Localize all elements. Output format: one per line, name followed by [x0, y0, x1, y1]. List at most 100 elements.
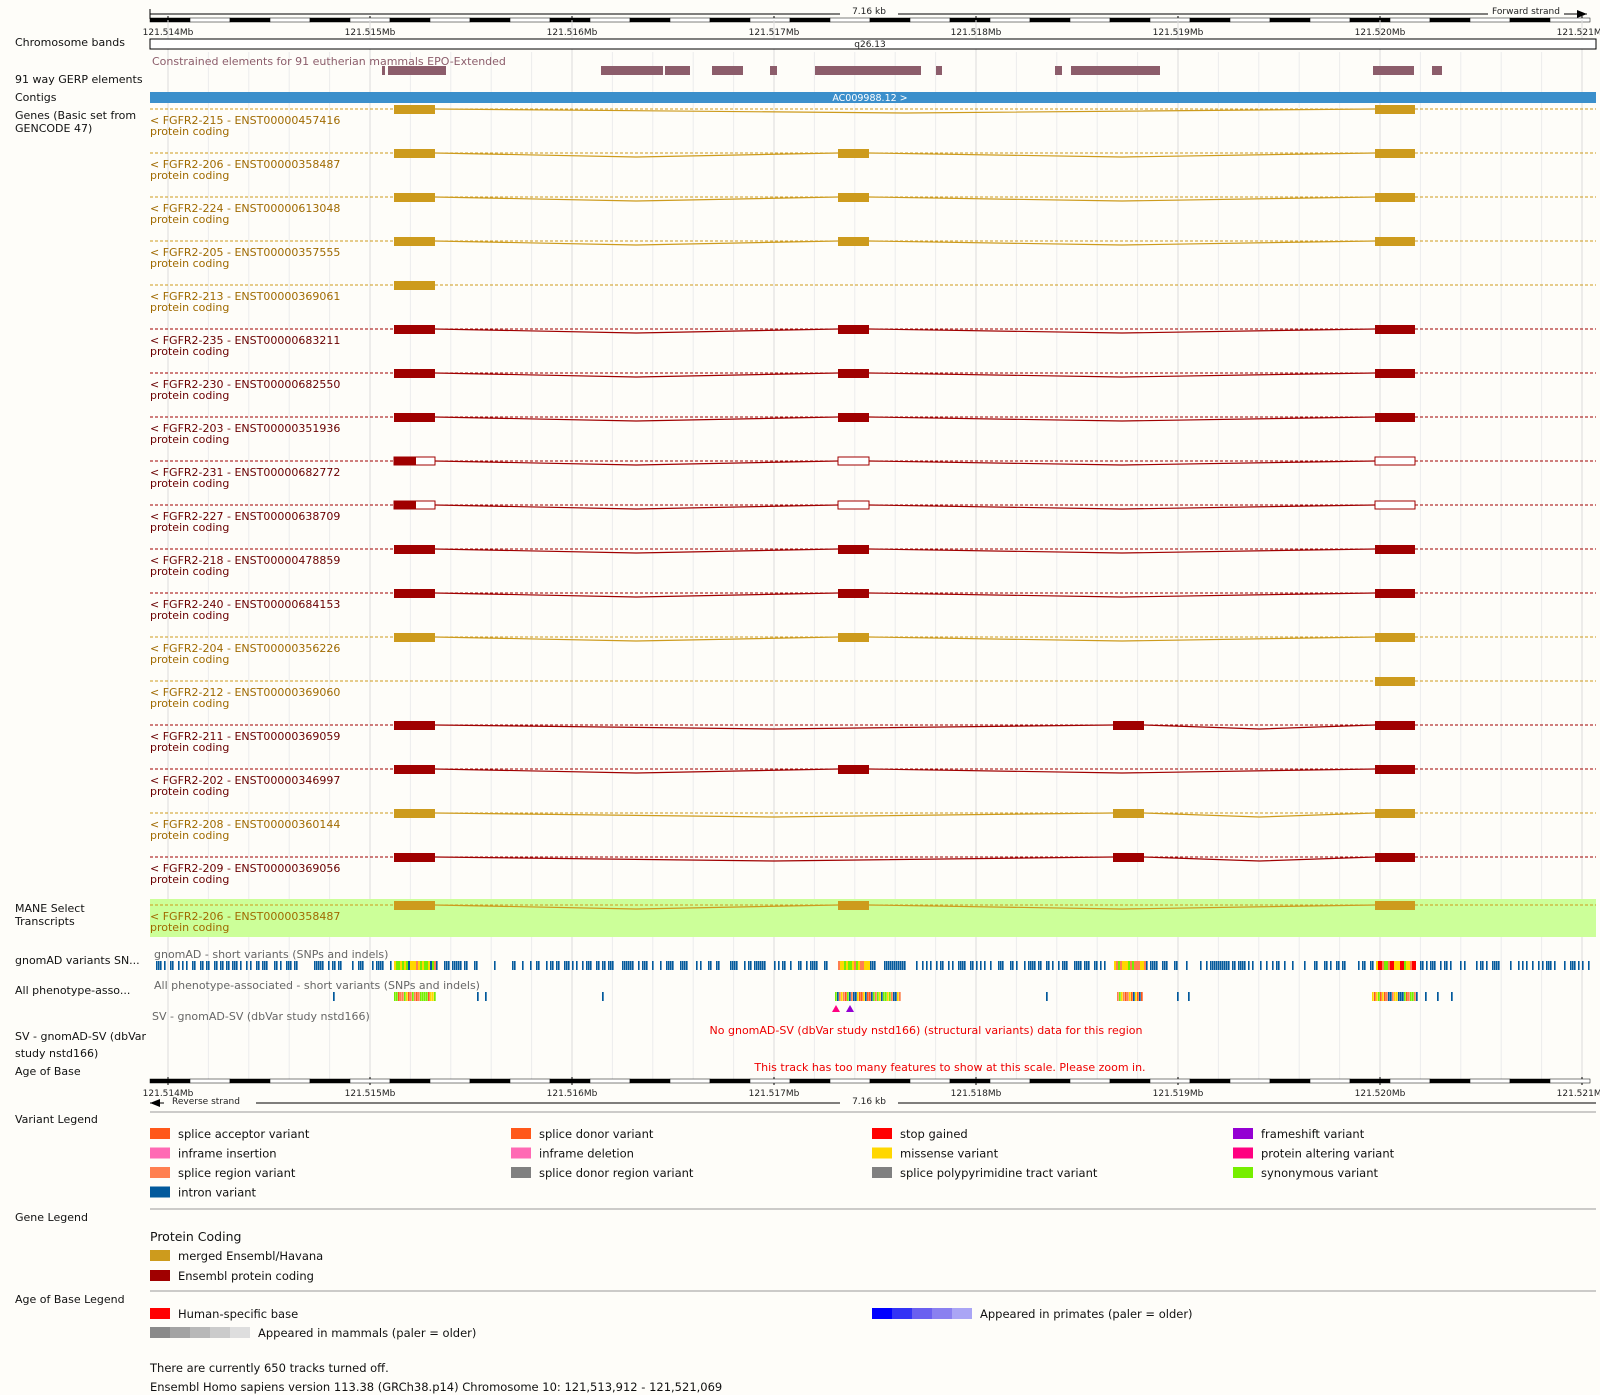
variant-mark[interactable]	[552, 961, 554, 970]
phenotype-variant-mark[interactable]	[1135, 992, 1137, 1001]
variant-mark[interactable]	[864, 961, 866, 970]
variant-mark[interactable]	[758, 961, 760, 970]
variant-mark[interactable]	[1384, 961, 1386, 970]
phenotype-variant-mark[interactable]	[887, 992, 889, 1001]
variant-mark[interactable]	[1326, 961, 1328, 970]
variant-mark[interactable]	[638, 961, 640, 970]
variant-mark[interactable]	[1222, 961, 1224, 970]
variant-mark[interactable]	[1362, 961, 1364, 970]
variant-mark[interactable]	[294, 961, 296, 970]
variant-mark[interactable]	[754, 961, 756, 970]
variant-mark[interactable]	[800, 961, 802, 970]
variant-mark[interactable]	[432, 961, 434, 970]
variant-mark[interactable]	[774, 961, 776, 970]
transcript-row[interactable]: < FGFR2-235 - ENST00000683211protein cod…	[150, 325, 1596, 358]
variant-mark[interactable]	[178, 961, 180, 970]
exon[interactable]	[1375, 721, 1415, 730]
phenotype-variant-mark[interactable]	[1416, 992, 1418, 1001]
phenotype-variant-mark[interactable]	[837, 992, 839, 1001]
variant-mark[interactable]	[1226, 961, 1228, 970]
exon[interactable]	[394, 853, 435, 862]
variant-mark[interactable]	[1104, 961, 1106, 970]
transcript-row[interactable]: < FGFR2-208 - ENST00000360144protein cod…	[150, 809, 1596, 842]
variant-mark[interactable]	[362, 961, 364, 970]
phenotype-variant-mark[interactable]	[1123, 992, 1125, 1001]
variant-mark[interactable]	[1066, 961, 1068, 970]
variant-mark[interactable]	[858, 961, 860, 970]
phenotype-variant-mark[interactable]	[849, 992, 851, 1001]
phenotype-variant-mark[interactable]	[867, 992, 869, 1001]
variant-mark[interactable]	[1284, 961, 1286, 970]
variant-mark[interactable]	[716, 961, 718, 970]
variant-mark[interactable]	[762, 961, 764, 970]
variant-mark[interactable]	[512, 961, 514, 970]
variant-mark[interactable]	[1122, 961, 1124, 970]
variant-mark[interactable]	[390, 961, 392, 970]
variant-mark[interactable]	[812, 961, 814, 970]
variant-mark[interactable]	[1522, 961, 1524, 970]
phenotype-variant-mark[interactable]	[1404, 992, 1406, 1001]
variant-mark[interactable]	[866, 961, 868, 970]
phenotype-variant-mark[interactable]	[1392, 992, 1394, 1001]
variant-mark[interactable]	[1432, 961, 1434, 970]
variant-mark[interactable]	[444, 961, 446, 970]
variant-mark[interactable]	[1276, 961, 1278, 970]
variant-mark[interactable]	[222, 961, 224, 970]
variant-mark[interactable]	[1582, 961, 1584, 970]
contig-track[interactable]: AC009988.12 >	[150, 92, 1596, 104]
phenotype-variant-mark[interactable]	[1410, 992, 1412, 1001]
variant-mark[interactable]	[1364, 961, 1366, 970]
variant-mark[interactable]	[246, 961, 248, 970]
variant-mark[interactable]	[748, 961, 750, 970]
variant-mark[interactable]	[1146, 961, 1148, 970]
variant-mark[interactable]	[1242, 961, 1244, 970]
variant-mark[interactable]	[960, 961, 962, 970]
variant-mark[interactable]	[1564, 961, 1566, 970]
phenotype-variant-mark[interactable]	[430, 992, 432, 1001]
variant-mark[interactable]	[1486, 961, 1488, 970]
variant-mark[interactable]	[750, 961, 752, 970]
variant-mark[interactable]	[258, 961, 260, 970]
phenotype-variant-mark[interactable]	[426, 992, 428, 1001]
variant-mark[interactable]	[826, 961, 828, 970]
variant-mark[interactable]	[1532, 961, 1534, 970]
chromosome-band-track[interactable]: q26.13	[149, 38, 1597, 50]
variant-mark[interactable]	[862, 961, 864, 970]
phenotype-variant-mark[interactable]	[1117, 992, 1119, 1001]
exon[interactable]	[1375, 413, 1415, 422]
variant-mark[interactable]	[970, 961, 972, 970]
variant-mark[interactable]	[764, 961, 766, 970]
variant-mark[interactable]	[1142, 961, 1144, 970]
variant-mark[interactable]	[1218, 961, 1220, 970]
variant-mark[interactable]	[1380, 961, 1382, 970]
exon[interactable]	[1375, 149, 1415, 158]
transcript-row[interactable]: < FGFR2-218 - ENST00000478859protein cod…	[150, 545, 1596, 578]
variant-mark[interactable]	[394, 961, 396, 970]
variant-mark[interactable]	[1216, 961, 1218, 970]
variant-mark[interactable]	[732, 961, 734, 970]
variant-mark[interactable]	[320, 961, 322, 970]
variant-mark[interactable]	[778, 961, 780, 970]
variant-mark[interactable]	[958, 961, 960, 970]
variant-mark[interactable]	[1376, 961, 1378, 970]
phenotype-variant-mark[interactable]	[400, 992, 402, 1001]
variant-mark[interactable]	[972, 961, 974, 970]
variant-mark[interactable]	[1542, 961, 1544, 970]
variant-mark[interactable]	[256, 961, 258, 970]
phenotype-marker-icon[interactable]	[832, 1005, 840, 1012]
variant-mark[interactable]	[1386, 961, 1388, 970]
variant-mark[interactable]	[1446, 961, 1448, 970]
exon[interactable]	[1374, 456, 1416, 466]
phenotype-variant-mark[interactable]	[1374, 992, 1376, 1001]
phenotype-variant-mark[interactable]	[602, 992, 604, 1001]
gerp-element[interactable]	[770, 66, 777, 75]
exon[interactable]	[1375, 545, 1415, 554]
exon[interactable]	[1375, 105, 1415, 114]
variant-mark[interactable]	[250, 961, 252, 970]
gerp-element[interactable]	[1432, 66, 1442, 75]
variant-mark[interactable]	[566, 961, 568, 970]
variant-mark[interactable]	[1278, 961, 1280, 970]
variant-mark[interactable]	[466, 961, 468, 970]
variant-mark[interactable]	[460, 961, 462, 970]
variant-mark[interactable]	[872, 961, 874, 970]
